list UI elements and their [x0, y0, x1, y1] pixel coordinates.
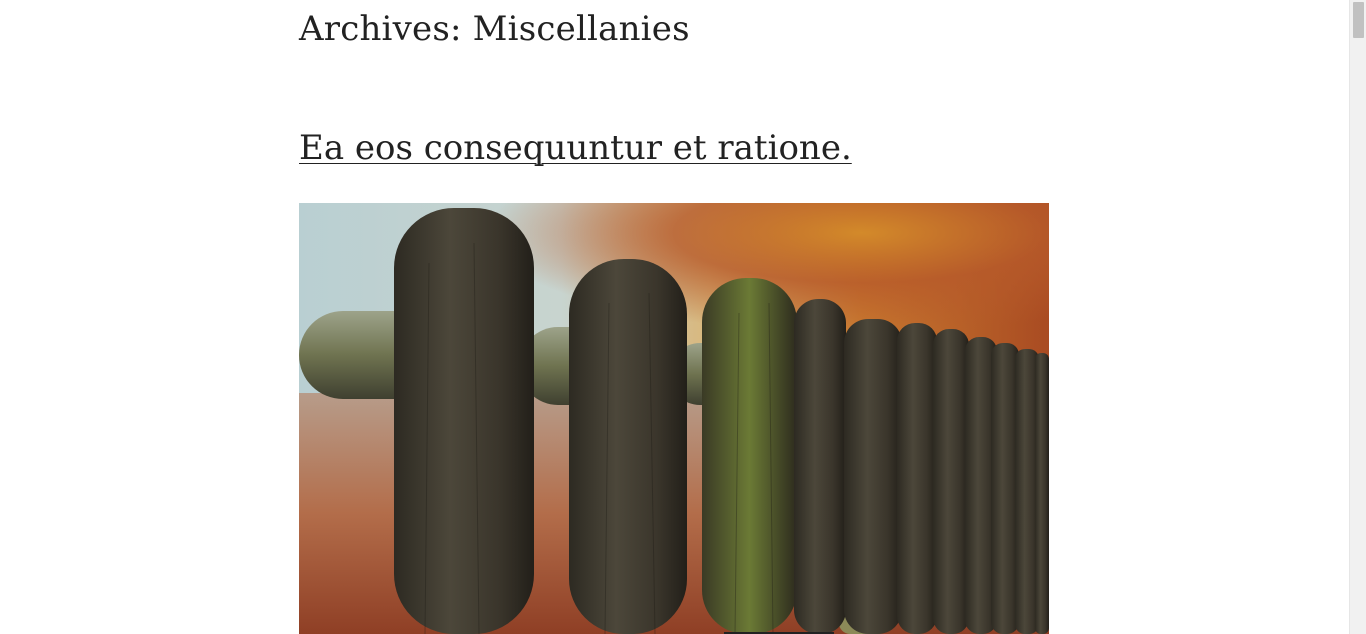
vertical-scrollbar[interactable] — [1349, 0, 1366, 634]
featured-image-link[interactable] — [299, 203, 1049, 634]
post-title: Ea eos consequuntur et ratione. — [299, 124, 852, 172]
fence-photo-icon — [299, 203, 1049, 634]
post-title-link[interactable]: Ea eos consequuntur et ratione. — [299, 128, 852, 168]
scrollbar-thumb[interactable] — [1353, 2, 1364, 38]
archive-title: Archives: Miscellanies — [299, 9, 690, 49]
page-viewport: Archives: Miscellanies Ea eos consequunt… — [0, 0, 1366, 634]
